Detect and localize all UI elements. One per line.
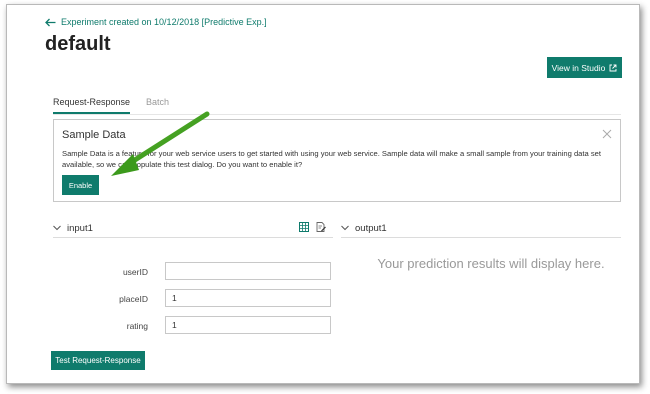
userid-input[interactable] (165, 262, 331, 280)
prediction-placeholder: Your prediction results will display her… (377, 256, 605, 271)
chevron-down-icon (53, 225, 61, 231)
close-icon[interactable] (602, 129, 612, 139)
field-label-userid: userID (122, 267, 148, 277)
output-section-header[interactable]: output1 (341, 221, 387, 235)
edit-form-icon[interactable] (316, 222, 326, 232)
input-section-divider (53, 237, 333, 238)
output-section-divider (341, 237, 621, 238)
rating-input[interactable] (165, 316, 331, 334)
view-in-studio-label: View in Studio (551, 62, 606, 73)
view-in-studio-button[interactable]: View in Studio (547, 57, 622, 78)
input-section-title: input1 (67, 222, 93, 234)
chevron-down-icon (341, 225, 349, 231)
field-label-rating: rating (126, 321, 148, 331)
test-request-response-button[interactable]: Test Request-Response (51, 351, 145, 370)
output-section-title: output1 (355, 222, 387, 234)
back-link[interactable]: Experiment created on 10/12/2018 [Predic… (45, 17, 267, 27)
external-link-icon (609, 64, 617, 71)
grid-view-icon[interactable] (299, 222, 309, 232)
page-title: default (45, 33, 111, 55)
input-section-header[interactable]: input1 (53, 221, 93, 235)
app-window: Experiment created on 10/12/2018 [Predic… (6, 4, 640, 384)
back-link-label: Experiment created on 10/12/2018 [Predic… (61, 17, 267, 27)
annotation-arrow-icon (111, 111, 210, 176)
field-label-placeid: placeID (119, 294, 148, 304)
back-arrow-icon (45, 18, 56, 26)
placeid-input[interactable] (165, 289, 331, 307)
enable-button[interactable]: Enable (62, 175, 99, 195)
